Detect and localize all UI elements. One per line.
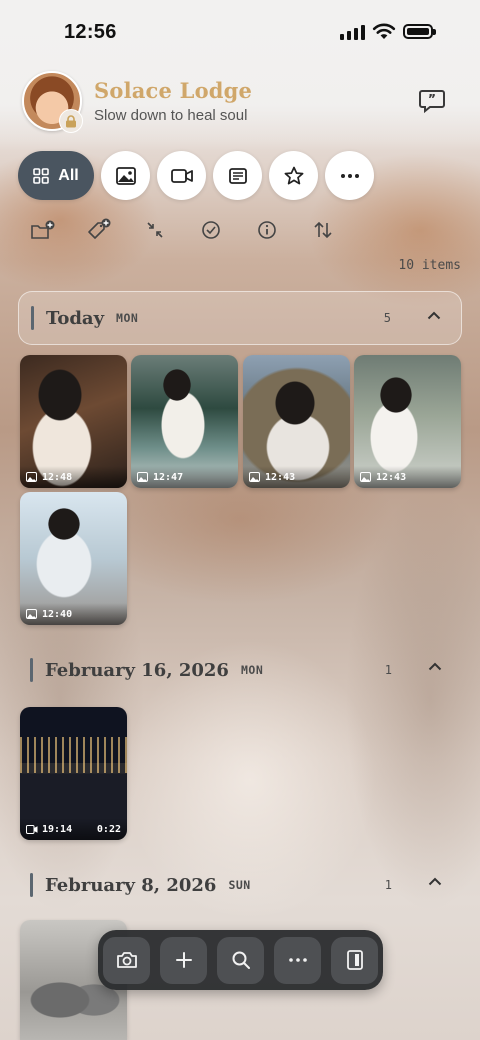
search-button[interactable] (217, 936, 264, 984)
app-tagline: Slow down to heal soul (94, 107, 248, 124)
section-header-feb-8[interactable]: February 8, 2026 SUN 1 (18, 858, 462, 912)
filter-notes[interactable] (213, 151, 262, 200)
image-icon (26, 472, 37, 482)
sort-button[interactable] (310, 215, 336, 245)
thumb-time: 12:47 (153, 472, 184, 483)
note-icon (228, 167, 247, 184)
filter-all-label: All (58, 166, 79, 184)
bottom-action-bar (98, 930, 383, 990)
media-thumbnail[interactable]: 12:40 (20, 492, 127, 625)
section-accent-bar (30, 873, 33, 897)
action-toolbar (30, 215, 336, 245)
section-title: February 8, 2026 (45, 874, 217, 896)
filter-images[interactable] (101, 151, 150, 200)
collapse-button[interactable] (142, 215, 168, 245)
media-thumbnail[interactable]: 12:47 (131, 355, 238, 488)
status-bar: 12:56 (0, 0, 480, 62)
quote-icon[interactable]: ”” (418, 88, 446, 114)
chevron-up-icon[interactable] (428, 877, 442, 886)
section-title: Today (46, 307, 105, 329)
search-icon (232, 951, 250, 969)
section-accent-bar (31, 306, 34, 330)
media-thumbnail[interactable]: 12:43 (243, 355, 350, 488)
section-weekday: MON (240, 663, 264, 677)
image-icon (115, 166, 136, 185)
filter-favorites[interactable] (269, 151, 318, 200)
section-header-today[interactable]: Today MON 5 (18, 291, 462, 345)
clock: 12:56 (64, 21, 117, 43)
section-count: 1 (384, 878, 392, 892)
app-title: Solace Lodge (94, 78, 253, 103)
grid-icon (33, 167, 50, 184)
collapse-icon (147, 222, 163, 238)
thumb-time: 12:43 (376, 472, 407, 483)
new-folder-button[interactable] (30, 215, 56, 245)
image-icon (137, 472, 148, 482)
section-title: February 16, 2026 (45, 659, 229, 681)
chevron-up-icon[interactable] (428, 662, 442, 671)
section-header-feb-16[interactable]: February 16, 2026 MON 1 (18, 643, 462, 697)
add-tag-button[interactable] (86, 215, 112, 245)
camera-button[interactable] (103, 936, 150, 984)
section-weekday: MON (116, 311, 139, 325)
thumb-time: 12:43 (265, 472, 296, 483)
lock-icon (59, 109, 83, 133)
sidebar-icon (346, 950, 363, 970)
thumb-time: 12:40 (42, 609, 73, 620)
image-icon (360, 472, 371, 482)
video-icon (170, 168, 193, 183)
image-icon (26, 609, 37, 619)
video-icon (26, 825, 38, 834)
thumb-time: 19:14 (42, 824, 73, 835)
image-icon (249, 472, 260, 482)
svg-text:”: ” (428, 92, 436, 106)
more-icon (288, 958, 307, 962)
section-weekday: SUN (228, 878, 251, 892)
sort-icon (314, 221, 332, 239)
media-thumbnail[interactable]: 19:14 0:22 (20, 707, 127, 840)
add-button[interactable] (160, 936, 207, 984)
wifi-icon (372, 23, 396, 39)
section-accent-bar (30, 658, 33, 682)
select-icon (202, 221, 220, 239)
select-button[interactable] (198, 215, 224, 245)
filter-more[interactable] (325, 151, 374, 200)
add-tag-icon (88, 218, 111, 239)
info-icon (258, 221, 276, 239)
star-icon (284, 166, 303, 184)
filter-videos[interactable] (157, 151, 206, 200)
chevron-up-icon[interactable] (427, 311, 441, 320)
section-count: 1 (384, 663, 392, 677)
camera-icon (116, 952, 137, 968)
item-count: 10 items (398, 258, 461, 273)
video-duration: 0:22 (96, 824, 121, 835)
more-icon (340, 173, 359, 178)
plus-icon (175, 952, 192, 968)
new-folder-icon (31, 220, 55, 239)
filter-all[interactable]: All (18, 151, 94, 200)
media-thumbnail[interactable]: 12:48 (20, 355, 127, 488)
info-button[interactable] (254, 215, 280, 245)
signal-icon (340, 25, 365, 40)
battery-icon (403, 24, 436, 39)
filter-bar: All (18, 151, 374, 200)
thumb-time: 12:48 (42, 472, 73, 483)
media-thumbnail[interactable]: 12:43 (354, 355, 461, 488)
more-button[interactable] (274, 936, 321, 984)
section-count: 5 (383, 311, 391, 325)
sidebar-button[interactable] (331, 936, 378, 984)
